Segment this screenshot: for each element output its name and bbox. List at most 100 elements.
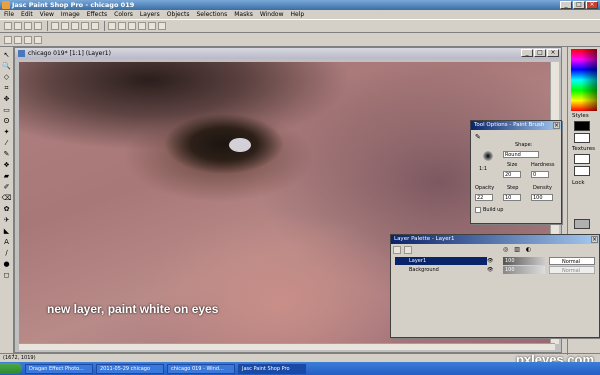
magic-wand-icon[interactable]: ✦ [2, 127, 12, 137]
tool-options-title[interactable]: Tool Options - Paint Brush × [471, 121, 561, 130]
foreground-swatch[interactable] [574, 121, 590, 131]
help-icon[interactable] [158, 22, 166, 30]
dropper-tool-icon[interactable]: ⁄ [2, 138, 12, 148]
paint-brush-icon[interactable]: ✎ [2, 149, 12, 159]
lasso-tool-icon[interactable]: ʘ [2, 116, 12, 126]
menu-file[interactable]: File [4, 11, 14, 18]
palette-icon[interactable] [14, 35, 22, 44]
menu-view[interactable]: View [40, 11, 54, 18]
horizontal-scrollbar[interactable] [19, 343, 555, 350]
doc-maximize-button[interactable]: □ [534, 49, 546, 57]
new-layer-icon[interactable] [393, 246, 401, 254]
script-icon[interactable] [34, 35, 42, 44]
crop-tool-icon[interactable]: ⌗ [2, 83, 12, 93]
foreground-texture-swatch[interactable] [574, 154, 590, 164]
menu-colors[interactable]: Colors [114, 11, 133, 18]
build-up-checkbox[interactable] [475, 207, 481, 213]
deform-tool-icon[interactable]: ◇ [2, 72, 12, 82]
taskbar-item[interactable]: chicago 019 - Wind... [167, 363, 235, 374]
layer-palette: Layer Palette - Layer1 × ◎ ▥ ◐ Layer1 👁 … [390, 234, 600, 338]
cut-icon[interactable] [51, 22, 59, 30]
taskbar-item[interactable]: 2011-05-29 chicago [96, 363, 164, 374]
object-selector-icon[interactable]: ◻ [2, 270, 12, 280]
layer-palette-toolbar [393, 246, 414, 254]
background-texture-swatch[interactable] [574, 166, 590, 176]
redo-icon[interactable] [91, 22, 99, 30]
windows-taskbar: Dragan Effect Photo... 2011-05-29 chicag… [0, 362, 600, 375]
copy-icon[interactable] [61, 22, 69, 30]
menu-selections[interactable]: Selections [196, 11, 227, 18]
print-icon[interactable] [34, 22, 42, 30]
menu-edit[interactable]: Edit [21, 11, 33, 18]
lock-label[interactable]: Lock [572, 180, 585, 186]
opacity-field[interactable]: 22 [475, 194, 493, 201]
close-button[interactable]: × [586, 1, 598, 9]
doc-minimize-button[interactable]: _ [521, 49, 533, 57]
arrow-tool-icon[interactable]: ↖ [2, 50, 12, 60]
background-swatch[interactable] [574, 133, 590, 143]
layer-opacity: 100 [505, 258, 515, 264]
layer-blend-mode-select[interactable]: Normal [549, 266, 595, 274]
flood-fill-icon[interactable]: ◣ [2, 226, 12, 236]
maximize-button[interactable]: □ [573, 1, 585, 9]
doc-close-button[interactable]: × [547, 49, 559, 57]
color-replacer-icon[interactable]: ▰ [2, 171, 12, 181]
layer-opacity-slider[interactable]: 100 [503, 257, 545, 265]
eraser-tool-icon[interactable]: ⌫ [2, 193, 12, 203]
taskbar-item-active[interactable]: Jasc Paint Shop Pro [238, 363, 306, 374]
density-field[interactable]: 100 [531, 194, 553, 201]
preset-shapes-icon[interactable]: ● [2, 259, 12, 269]
scan-icon[interactable] [118, 22, 126, 30]
mover-tool-icon[interactable]: ✥ [2, 94, 12, 104]
blend-mode-tab-icon[interactable]: ◐ [526, 246, 531, 253]
hardness-field[interactable]: 0 [531, 171, 549, 178]
picture-tube-icon[interactable]: ✿ [2, 204, 12, 214]
open-folder-icon[interactable] [14, 22, 22, 30]
menu-masks[interactable]: Masks [234, 11, 253, 18]
selection-tool-icon[interactable]: ▭ [2, 105, 12, 115]
delete-layer-icon[interactable] [404, 246, 412, 254]
menu-help[interactable]: Help [291, 11, 305, 18]
layer-palette-close-button[interactable]: × [591, 236, 598, 243]
menu-window[interactable]: Window [260, 11, 284, 18]
taskbar-item[interactable]: Dragan Effect Photo... [25, 363, 93, 374]
layer-visibility-icon[interactable]: 👁 [487, 257, 493, 265]
layer-row-layer1[interactable]: Layer1 [395, 257, 487, 265]
grid-icon[interactable] [148, 22, 156, 30]
save-icon[interactable] [24, 22, 32, 30]
menu-layers[interactable]: Layers [140, 11, 160, 18]
step-field[interactable]: 10 [503, 194, 521, 201]
brush-preview [483, 151, 493, 161]
layer-blend-mode-select[interactable]: Normal [549, 257, 595, 265]
color-picker[interactable] [571, 49, 597, 111]
tool-options-close-button[interactable]: × [553, 122, 560, 129]
layer-row-background[interactable]: Background [395, 266, 487, 274]
app-title: Jasc Paint Shop Pro - chicago 019 [12, 1, 135, 9]
layers-icon[interactable] [128, 22, 136, 30]
shape-select[interactable]: Round [503, 151, 539, 158]
new-file-icon[interactable] [4, 22, 12, 30]
overview-icon[interactable] [24, 35, 32, 44]
layer-opacity-slider[interactable]: 100 [503, 266, 545, 274]
histogram-icon[interactable] [138, 22, 146, 30]
opacity-tab-icon[interactable]: ▥ [514, 246, 520, 253]
menu-effects[interactable]: Effects [87, 11, 107, 18]
draw-tool-icon[interactable]: ∕ [2, 248, 12, 258]
menu-objects[interactable]: Objects [167, 11, 190, 18]
layer-visibility-icon[interactable]: 👁 [487, 266, 493, 274]
paste-icon[interactable] [71, 22, 79, 30]
tool-options-icon[interactable] [4, 35, 12, 44]
text-tool-icon[interactable]: A [2, 237, 12, 247]
undo-icon[interactable] [81, 22, 89, 30]
browse-icon[interactable] [108, 22, 116, 30]
size-field[interactable]: 20 [503, 171, 521, 178]
airbrush-icon[interactable]: ✈ [2, 215, 12, 225]
layer-palette-title[interactable]: Layer Palette - Layer1 × [391, 235, 599, 244]
retouch-tool-icon[interactable]: ✐ [2, 182, 12, 192]
layer-properties-icon[interactable]: ◎ [503, 246, 508, 253]
minimize-button[interactable]: _ [560, 1, 572, 9]
start-button[interactable] [0, 363, 22, 374]
zoom-tool-icon[interactable]: 🔍 [2, 61, 12, 71]
clone-brush-icon[interactable]: ❖ [2, 160, 12, 170]
menu-image[interactable]: Image [61, 11, 80, 18]
